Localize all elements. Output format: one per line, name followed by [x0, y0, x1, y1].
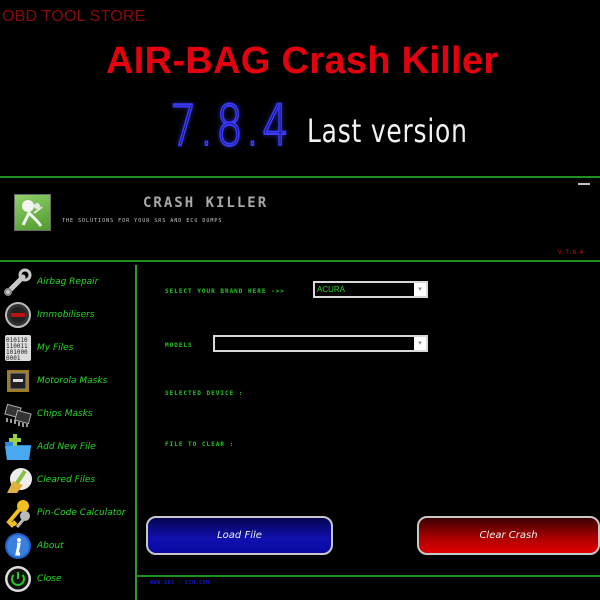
power-icon	[2, 563, 34, 595]
minimize-icon[interactable]	[578, 183, 590, 185]
sidebar-item-close[interactable]: Close	[0, 563, 134, 595]
binary-file-icon: 010110 110011 101000 0001	[2, 332, 34, 364]
sidebar-item-about[interactable]: About	[0, 530, 134, 562]
sidebar-item-label: Chips Masks	[37, 409, 93, 419]
load-file-button[interactable]: Load File	[146, 516, 333, 555]
version-note: Last version	[307, 112, 468, 150]
sidebar-item-airbag-repair[interactable]: Airbag Repair	[0, 266, 134, 298]
sidebar-item-label: My Files	[37, 343, 74, 353]
version-tag: V 7.8.4	[558, 249, 584, 256]
models-select-value	[215, 337, 414, 350]
add-folder-icon	[2, 431, 34, 463]
header-divider-top	[0, 176, 600, 178]
svg-text:0001: 0001	[6, 355, 21, 362]
sidebar-item-label: Immobilisers	[37, 310, 95, 320]
broom-icon	[2, 464, 34, 496]
sidebar-item-label: Motorola Masks	[37, 376, 108, 386]
app-subtitle: THE SOLUTIONS FOR YOUR SRS AND ECU DUMPS	[62, 218, 223, 224]
models-label: MODELS	[165, 342, 193, 349]
sidebar-item-cleared-files[interactable]: Cleared Files	[0, 464, 134, 496]
airbag-icon	[14, 194, 51, 231]
header-divider-bottom	[0, 260, 600, 262]
sidebar-item-my-files[interactable]: 010110 110011 101000 0001 My Files	[0, 332, 134, 364]
sidebar-item-pin-code-calculator[interactable]: Pin-Code Calculator	[0, 497, 134, 529]
sidebar-item-label: About	[37, 541, 64, 551]
models-select[interactable]: ▾	[213, 335, 428, 352]
sidebar-item-immobilisers[interactable]: Immobilisers	[0, 299, 134, 331]
info-icon	[2, 530, 34, 562]
keys-icon	[2, 497, 34, 529]
brand-label: SELECT YOUR BRAND HERE ->>	[165, 288, 285, 295]
immobiliser-icon	[2, 299, 34, 331]
footer-divider	[136, 575, 600, 577]
file-to-clear-label: FILE TO CLEAR :	[165, 441, 235, 448]
chevron-down-icon[interactable]: ▾	[414, 337, 426, 350]
clear-crash-button[interactable]: Clear Crash	[417, 516, 600, 555]
sidebar-divider	[135, 265, 137, 600]
wrench-icon	[2, 266, 34, 298]
cpu-chip-icon	[2, 365, 34, 397]
sidebar-item-chips-masks[interactable]: Chips Masks	[0, 398, 134, 430]
sidebar-item-label: Add New File	[37, 442, 96, 452]
selected-device-label: SELECTED DEVICE :	[165, 390, 244, 397]
version-number: 7.8.4	[169, 93, 292, 160]
brand-select[interactable]: ACURA ▾	[313, 281, 428, 298]
app-title: CRASH KILLER	[143, 195, 269, 211]
sidebar-item-label: Pin-Code Calculator	[37, 508, 126, 518]
sidebar-item-label: Airbag Repair	[37, 277, 99, 287]
headline: AIR-BAG Crash Killer	[106, 40, 499, 82]
chips-icon	[2, 398, 34, 430]
sidebar-item-motorola-masks[interactable]: Motorola Masks	[0, 365, 134, 397]
sidebar-item-add-new-file[interactable]: Add New File	[0, 431, 134, 463]
sidebar-item-label: Cleared Files	[37, 475, 96, 485]
chevron-down-icon[interactable]: ▾	[414, 283, 426, 296]
brand-select-value: ACURA	[317, 285, 346, 294]
sidebar-item-label: Close	[37, 574, 62, 584]
footer-website[interactable]: WWW.SRS - ECU.COM	[150, 580, 210, 586]
store-name: OBD TOOL STORE	[2, 8, 146, 25]
